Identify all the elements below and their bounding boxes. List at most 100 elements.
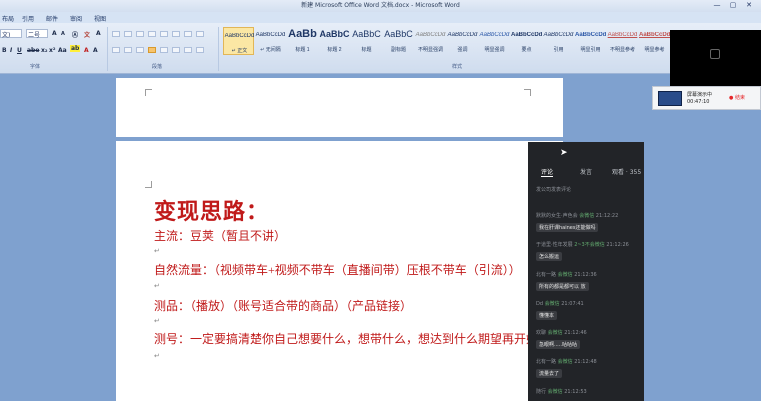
style-sample: AaBbCcDd [543, 32, 574, 38]
style-sample: AaBbC [352, 29, 381, 39]
style-name: 明显参考 [644, 47, 665, 53]
comment-author: 默默的女生·声色会 [536, 213, 578, 219]
comment-time: 21:12:46 [564, 330, 587, 336]
style-name: 标题 1 [295, 47, 310, 53]
style-title[interactable]: AaBbC 标题 [351, 27, 382, 55]
char-border-icon[interactable]: A [96, 30, 101, 37]
borders-icon[interactable] [196, 47, 204, 53]
decrease-indent-icon[interactable] [148, 31, 156, 37]
style-strong[interactable]: AaBbCcDd 要点 [511, 27, 542, 55]
group-divider [218, 27, 219, 71]
doc-heading: 变现思路： [154, 199, 270, 224]
sort-icon[interactable] [184, 31, 192, 37]
style-subtle-emphasis[interactable]: AaBbCcDd 不明显强调 [415, 27, 446, 55]
style-sample: AaBbC [384, 29, 413, 39]
maximize-icon[interactable]: ▢ [728, 1, 738, 10]
minimize-icon[interactable]: — [712, 1, 722, 10]
comment-meta: 北有一路 会微信 21:12:36 [536, 271, 597, 278]
numbering-icon[interactable] [124, 31, 132, 37]
style-name: 不明显参考 [609, 47, 635, 53]
style-sample: AaBb [288, 28, 317, 40]
tab-layout[interactable]: 布局 [2, 14, 14, 23]
comment-panel: 评论 发言 观看 · 355 发公司发表评论 默默的女生·声色会 会微信 21:… [528, 142, 644, 401]
italic-icon[interactable]: I [10, 47, 12, 54]
comment-hint[interactable]: 发公司发表评论 [536, 186, 571, 193]
style-name: 副标题 [390, 47, 406, 53]
document-page[interactable]: 变现思路： 主流：豆荚（暂且不讲） ↵ 自然流量：（视频带车+视频不带车（直播间… [116, 141, 563, 401]
tab-mailings[interactable]: 邮件 [46, 14, 58, 23]
style-sample: AaBbCcDd [479, 32, 510, 38]
bullets-icon[interactable] [112, 31, 120, 37]
shrink-font-icon[interactable]: A [61, 31, 65, 37]
recorder-thumbnail [658, 91, 682, 106]
style-subtitle[interactable]: AaBbC 副标题 [383, 27, 414, 55]
underline-icon[interactable]: U [17, 47, 22, 54]
style-intense-quote[interactable]: AaBbCcDd 明显引用 [575, 27, 606, 55]
style-subtle-reference[interactable]: AaBbCcDd 不明显参考 [607, 27, 638, 55]
distributed-icon[interactable] [160, 47, 168, 53]
increase-indent-icon[interactable] [160, 31, 168, 37]
style-intense-reference[interactable]: AaBbCcDd 明显参考 [639, 27, 670, 55]
paragraph-mark: ↵ [154, 352, 160, 360]
show-marks-icon[interactable] [196, 31, 204, 37]
comment-time: 21:12:22 [595, 213, 619, 219]
shading-icon[interactable] [184, 47, 192, 53]
recorder-stop-button[interactable]: ● 结束 [729, 94, 745, 101]
multilevel-list-icon[interactable] [136, 31, 144, 37]
font-size-select[interactable]: 二号 [26, 29, 48, 39]
align-center-icon[interactable] [124, 47, 132, 53]
comment-author: 欢聊 [536, 330, 547, 336]
style-name: 明显引用 [580, 47, 601, 53]
style-emphasis[interactable]: AaBbCcDd 强调 [447, 27, 478, 55]
comment-meta: 欢聊 会微信 21:12:46 [536, 329, 587, 336]
char-shading-icon[interactable]: A [93, 47, 98, 54]
superscript-icon[interactable]: x² [49, 47, 56, 54]
bold-icon[interactable]: B [2, 47, 7, 54]
ribbon: 文) 二号 A A Ⓐ 文 A B I U abe x₂ x² Aa ab A … [0, 23, 761, 74]
style-sample: AaBbCcDd [255, 32, 286, 38]
comment-text: 我在肝课haines还能做吗 [536, 223, 599, 232]
highlight-icon[interactable]: ab [70, 45, 81, 52]
recorder-bar: 屏幕演示中 00:47:10 ● 结束 [652, 86, 761, 110]
change-case-icon[interactable]: Aa [58, 47, 67, 54]
style-name: 要点 [521, 47, 532, 53]
font-name-select[interactable]: 文) [0, 29, 22, 39]
comment-tag: 会微信 [547, 330, 563, 336]
style-quote[interactable]: AaBbCcDd 引用 [543, 27, 574, 55]
close-icon[interactable]: ✕ [744, 1, 754, 10]
group-divider [107, 27, 108, 71]
style-sample: AaBbCcDd [415, 32, 446, 38]
style-sample: AaBbCcDd [447, 32, 478, 38]
style-normal[interactable]: AaBbCcDd ↵ 正文 [223, 27, 254, 55]
style-heading-1[interactable]: AaBb 标题 1 [287, 27, 318, 55]
comment-time: 21:12:48 [574, 359, 597, 365]
crop-mark [145, 181, 152, 188]
line-spacing-icon[interactable] [172, 47, 180, 53]
justify-icon[interactable] [148, 47, 156, 53]
comment-tag: 2~3不会微信 [574, 242, 605, 248]
align-left-icon[interactable] [112, 47, 120, 53]
tab-comments[interactable]: 评论 [541, 167, 553, 176]
tab-speak[interactable]: 发言 [580, 167, 592, 176]
tab-viewers[interactable]: 观看 · 355 [612, 167, 641, 176]
subscript-icon[interactable]: x₂ [41, 47, 48, 54]
tab-review[interactable]: 审阅 [70, 14, 82, 23]
style-name: 引用 [553, 47, 564, 53]
phonetic-icon[interactable]: 文 [84, 30, 90, 39]
tab-references[interactable]: 引用 [22, 14, 34, 23]
font-color-icon[interactable]: A [84, 47, 89, 54]
chinese-layout-icon[interactable] [172, 31, 180, 37]
active-tab-indicator [541, 176, 553, 177]
tab-view[interactable]: 视图 [94, 14, 106, 23]
grow-font-icon[interactable]: A [52, 30, 57, 37]
comment-meta: 北有一路 会微信 21:12:48 [536, 358, 597, 365]
mouse-cursor-icon: ➤ [560, 148, 568, 158]
style-heading-2[interactable]: AaBbC 标题 2 [319, 27, 350, 55]
strikethrough-icon[interactable]: abe [27, 47, 39, 54]
clear-format-icon[interactable]: Ⓐ [72, 30, 78, 39]
group-paragraph-label: 段落 [152, 64, 163, 70]
align-right-icon[interactable] [136, 47, 144, 53]
style-no-spacing[interactable]: AaBbCcDd ↵ 无间隔 [255, 27, 286, 55]
style-intense-emphasis[interactable]: AaBbCcDd 明显强调 [479, 27, 510, 55]
style-name: 明显强调 [484, 47, 505, 53]
